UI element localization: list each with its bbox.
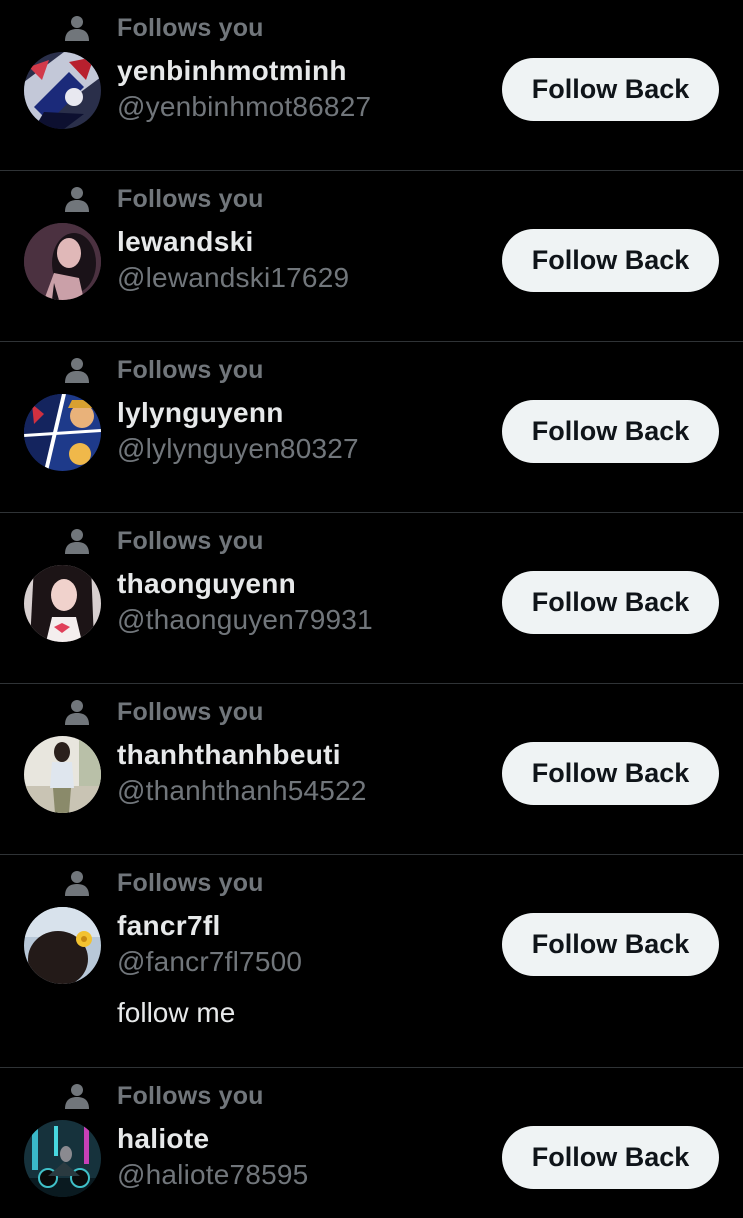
avatar[interactable] [24, 394, 101, 471]
username-handle[interactable]: @thaonguyen79931 [117, 604, 373, 636]
display-name[interactable]: yenbinhmotminh [117, 55, 347, 87]
follows-you-indicator: Follows you [60, 1080, 264, 1112]
username-handle[interactable]: @lylynguyen80327 [117, 433, 359, 465]
follower-row[interactable]: Follows you fancr7fl @fancr7fl7500 follo… [0, 855, 743, 1068]
person-icon [60, 354, 94, 386]
follows-you-label: Follows you [117, 868, 264, 897]
username-handle[interactable]: @fancr7fl7500 [117, 946, 302, 978]
follows-you-indicator: Follows you [60, 867, 264, 899]
bio-text: follow me [117, 997, 236, 1028]
avatar[interactable] [24, 565, 101, 642]
follows-you-indicator: Follows you [60, 696, 264, 728]
followers-list: Follows you yenbinhmotminh @yenbinhmot86… [0, 0, 743, 1218]
person-icon [60, 183, 94, 215]
follows-you-label: Follows you [117, 355, 264, 384]
avatar[interactable] [24, 1120, 101, 1197]
display-name[interactable]: thaonguyenn [117, 568, 296, 600]
follower-row[interactable]: Follows you lewandski @lewandski17629 Fo… [0, 171, 743, 342]
follows-you-indicator: Follows you [60, 12, 264, 44]
follow-back-button[interactable]: Follow Back [502, 229, 719, 292]
follows-you-indicator: Follows you [60, 525, 264, 557]
display-name[interactable]: haliote [117, 1123, 209, 1155]
display-name[interactable]: fancr7fl [117, 910, 221, 942]
follower-row[interactable]: Follows you yenbinhmotminh @yenbinhmot86… [0, 0, 743, 171]
username-handle[interactable]: @yenbinhmot86827 [117, 91, 371, 123]
follower-row[interactable]: Follows you thaonguyenn @thaonguyen79931… [0, 513, 743, 684]
person-icon [60, 696, 94, 728]
follow-back-button[interactable]: Follow Back [502, 742, 719, 805]
avatar[interactable] [24, 736, 101, 813]
display-name[interactable]: thanhthanhbeuti [117, 739, 341, 771]
display-name[interactable]: lylynguyenn [117, 397, 284, 429]
person-icon [60, 867, 94, 899]
avatar[interactable] [24, 223, 101, 300]
follow-back-button[interactable]: Follow Back [502, 1126, 719, 1189]
follow-back-button[interactable]: Follow Back [502, 58, 719, 121]
follows-you-label: Follows you [117, 184, 264, 213]
avatar[interactable] [24, 52, 101, 129]
person-icon [60, 1080, 94, 1112]
follower-row[interactable]: Follows you lylynguyenn @lylynguyen80327… [0, 342, 743, 513]
username-handle[interactable]: @thanhthanh54522 [117, 775, 367, 807]
avatar[interactable] [24, 907, 101, 984]
follows-you-label: Follows you [117, 1081, 264, 1110]
follower-row[interactable]: Follows you haliote @haliote78595 Follow… [0, 1068, 743, 1218]
follower-row[interactable]: Follows you thanhthanhbeuti @thanhthanh5… [0, 684, 743, 855]
follow-back-button[interactable]: Follow Back [502, 400, 719, 463]
person-icon [60, 525, 94, 557]
person-icon [60, 12, 94, 44]
follow-back-button[interactable]: Follow Back [502, 571, 719, 634]
follows-you-label: Follows you [117, 697, 264, 726]
username-handle[interactable]: @lewandski17629 [117, 262, 349, 294]
follow-back-button[interactable]: Follow Back [502, 913, 719, 976]
display-name[interactable]: lewandski [117, 226, 254, 258]
follows-you-indicator: Follows you [60, 183, 264, 215]
follows-you-indicator: Follows you [60, 354, 264, 386]
follows-you-label: Follows you [117, 526, 264, 555]
username-handle[interactable]: @haliote78595 [117, 1159, 308, 1191]
follows-you-label: Follows you [117, 13, 264, 42]
